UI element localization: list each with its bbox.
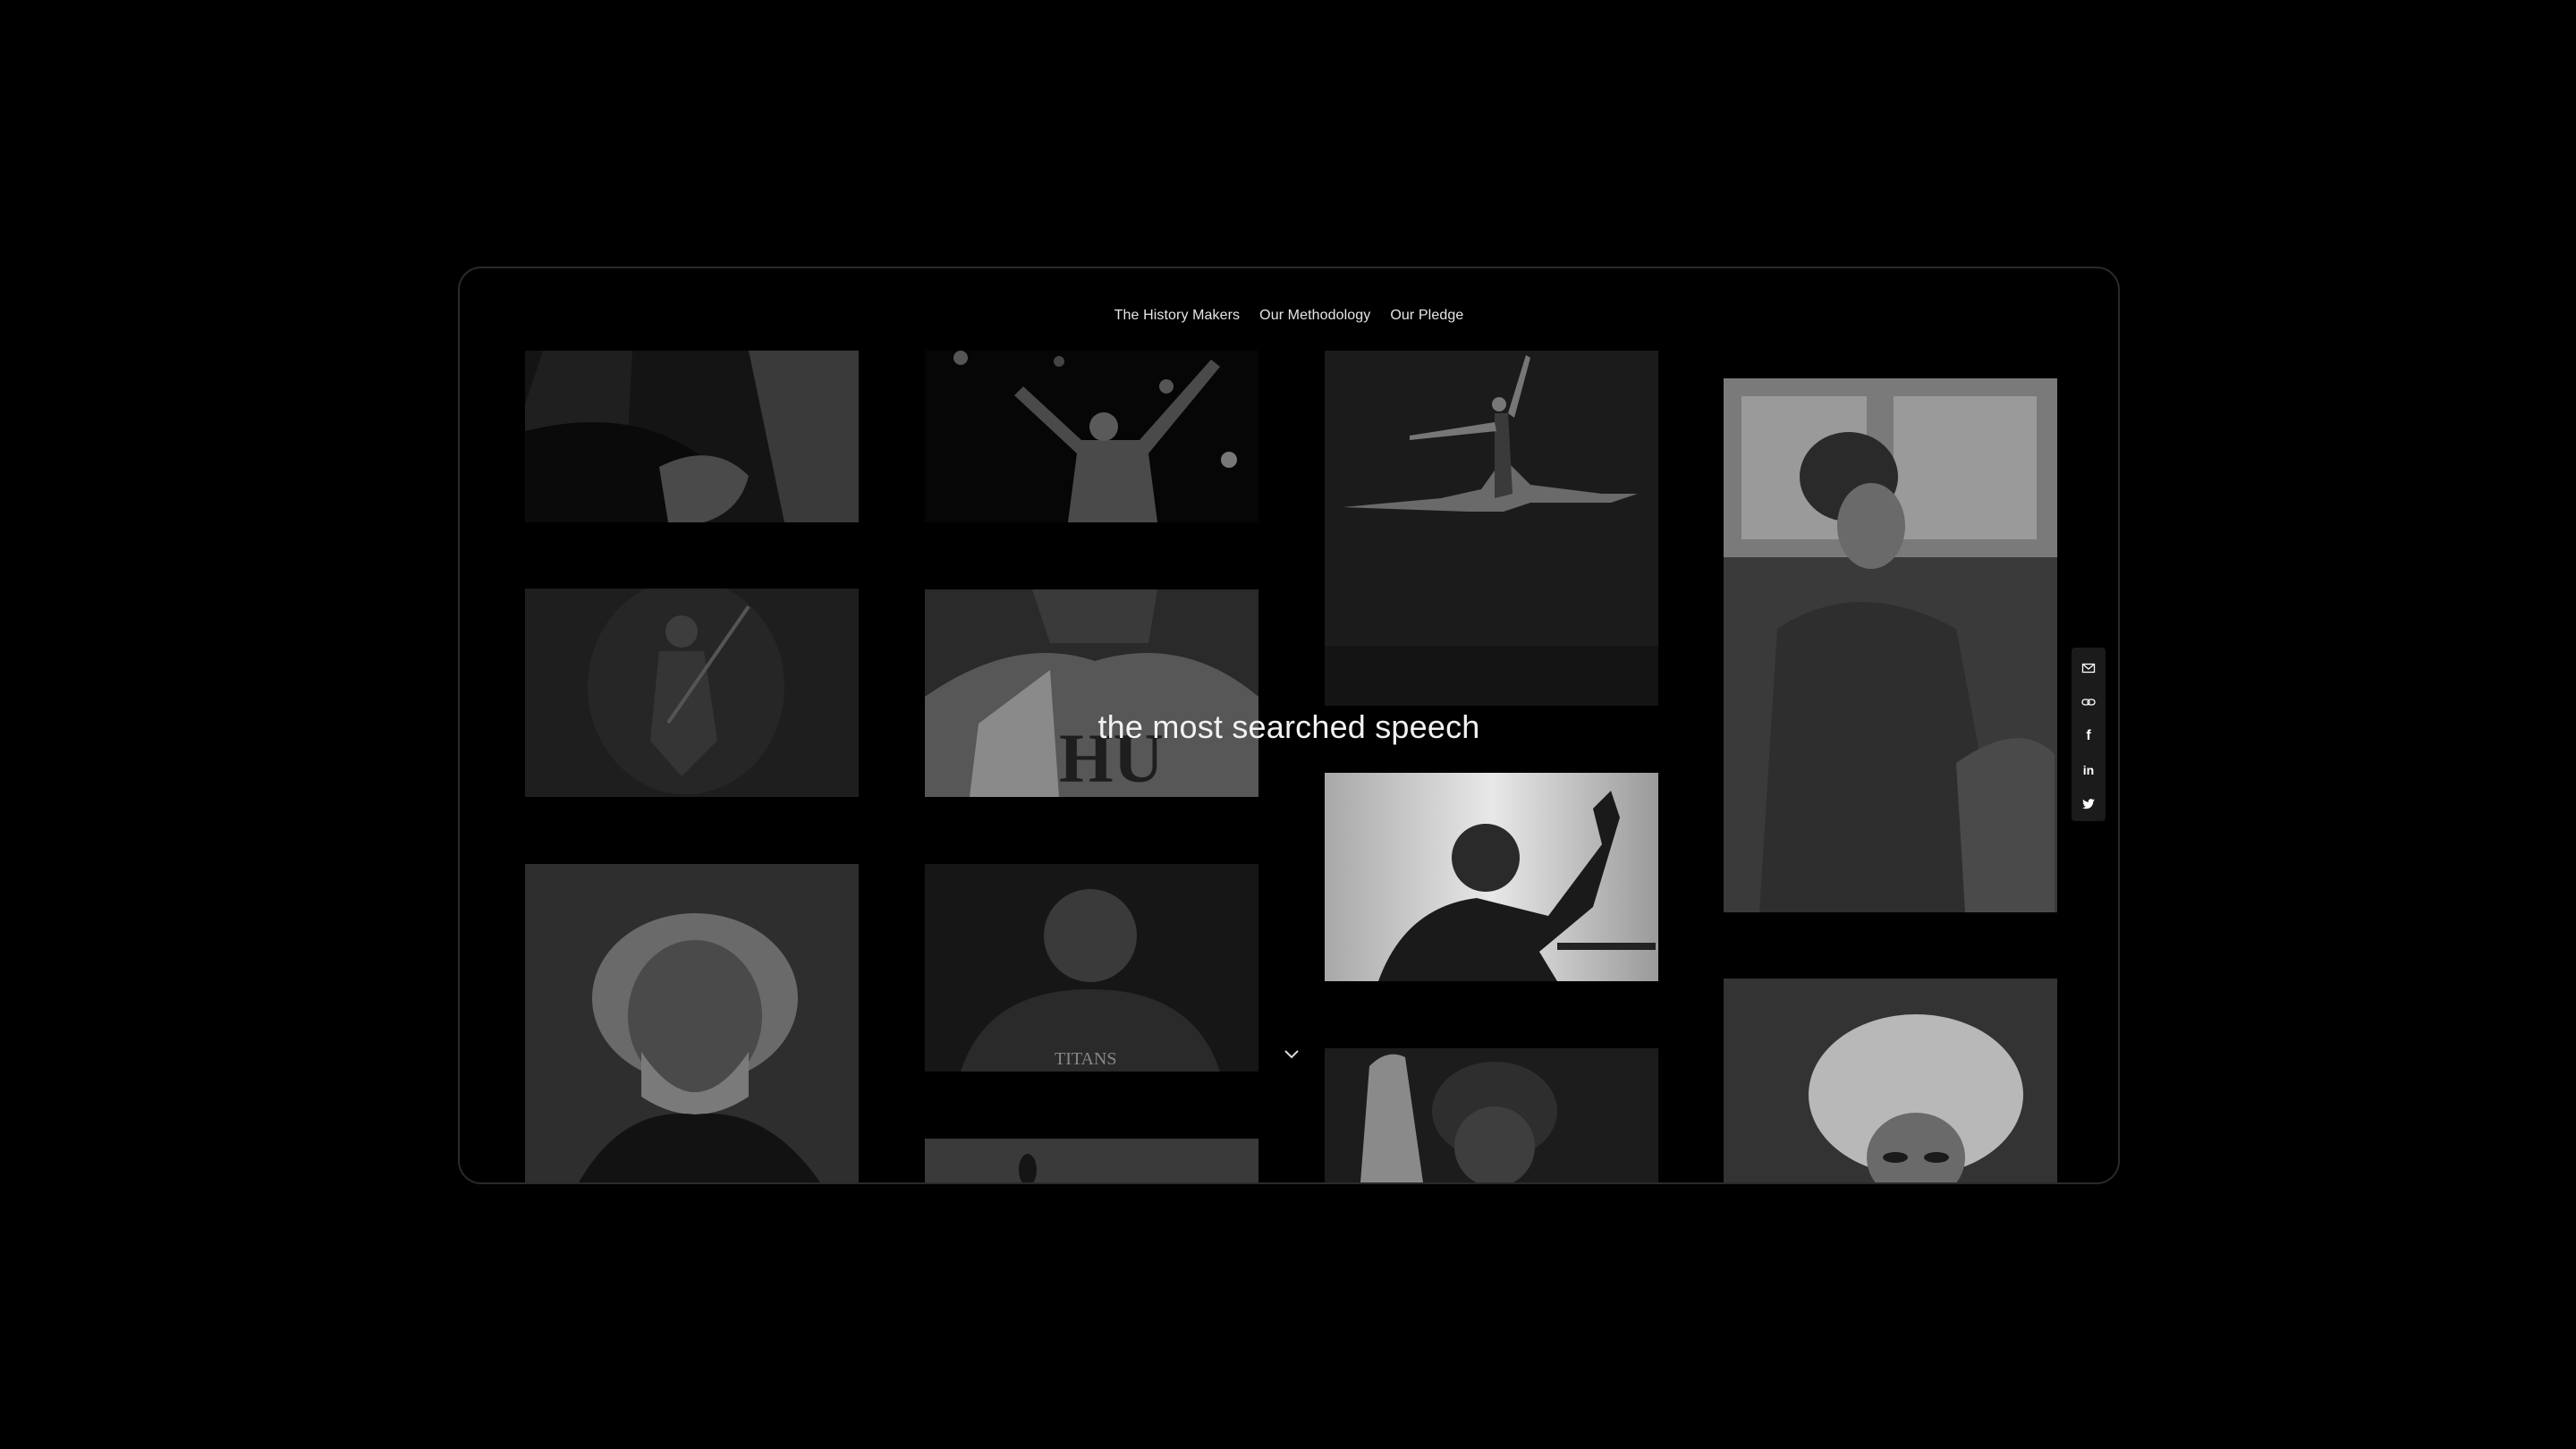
nav-history-makers[interactable]: The History Makers xyxy=(1114,308,1241,324)
email-icon xyxy=(2081,663,2096,674)
photo-woman-on-bus[interactable] xyxy=(1724,378,2057,912)
page-headline: the most searched speech xyxy=(1097,708,1480,745)
nav-our-methodology[interactable]: Our Methodology xyxy=(1259,308,1370,324)
share-bar: f in xyxy=(2072,648,2106,821)
photo-woman-raised-fist[interactable] xyxy=(1325,1048,1658,1182)
share-twitter-button[interactable] xyxy=(2072,787,2106,821)
share-linkedin-button[interactable]: in xyxy=(2072,753,2106,787)
linkedin-icon: in xyxy=(2082,763,2095,777)
twitter-icon xyxy=(2082,799,2095,809)
facebook-icon: f xyxy=(2086,728,2091,743)
photo-raised-hand[interactable] xyxy=(925,1139,1258,1182)
link-icon xyxy=(2081,699,2096,706)
scroll-down-chevron-icon[interactable] xyxy=(1283,1048,1301,1061)
photo-drag-performer[interactable] xyxy=(1724,979,2057,1182)
photo-guitarist-on-stage[interactable] xyxy=(525,589,859,797)
photo-ballet-dancer[interactable] xyxy=(1325,351,1658,706)
browser-frame: The History Makers Our Methodology Our P… xyxy=(458,267,2120,1184)
photo-football-player[interactable]: TITANS xyxy=(925,864,1258,1072)
photo-marching-band-member[interactable]: HU xyxy=(925,589,1258,797)
share-facebook-button[interactable]: f xyxy=(2072,719,2106,753)
share-link-button[interactable] xyxy=(2072,685,2106,719)
svg-text:TITANS: TITANS xyxy=(1055,1049,1117,1069)
nav-our-pledge[interactable]: Our Pledge xyxy=(1390,308,1463,324)
photo-musician-hands[interactable] xyxy=(525,351,859,522)
photo-speaker-at-podium[interactable] xyxy=(1325,773,1658,981)
photo-bearded-elder-portrait[interactable] xyxy=(525,864,859,1182)
top-nav: The History Makers Our Methodology Our P… xyxy=(460,308,2118,324)
photo-gymnast[interactable] xyxy=(925,351,1258,522)
share-email-button[interactable] xyxy=(2072,651,2106,685)
